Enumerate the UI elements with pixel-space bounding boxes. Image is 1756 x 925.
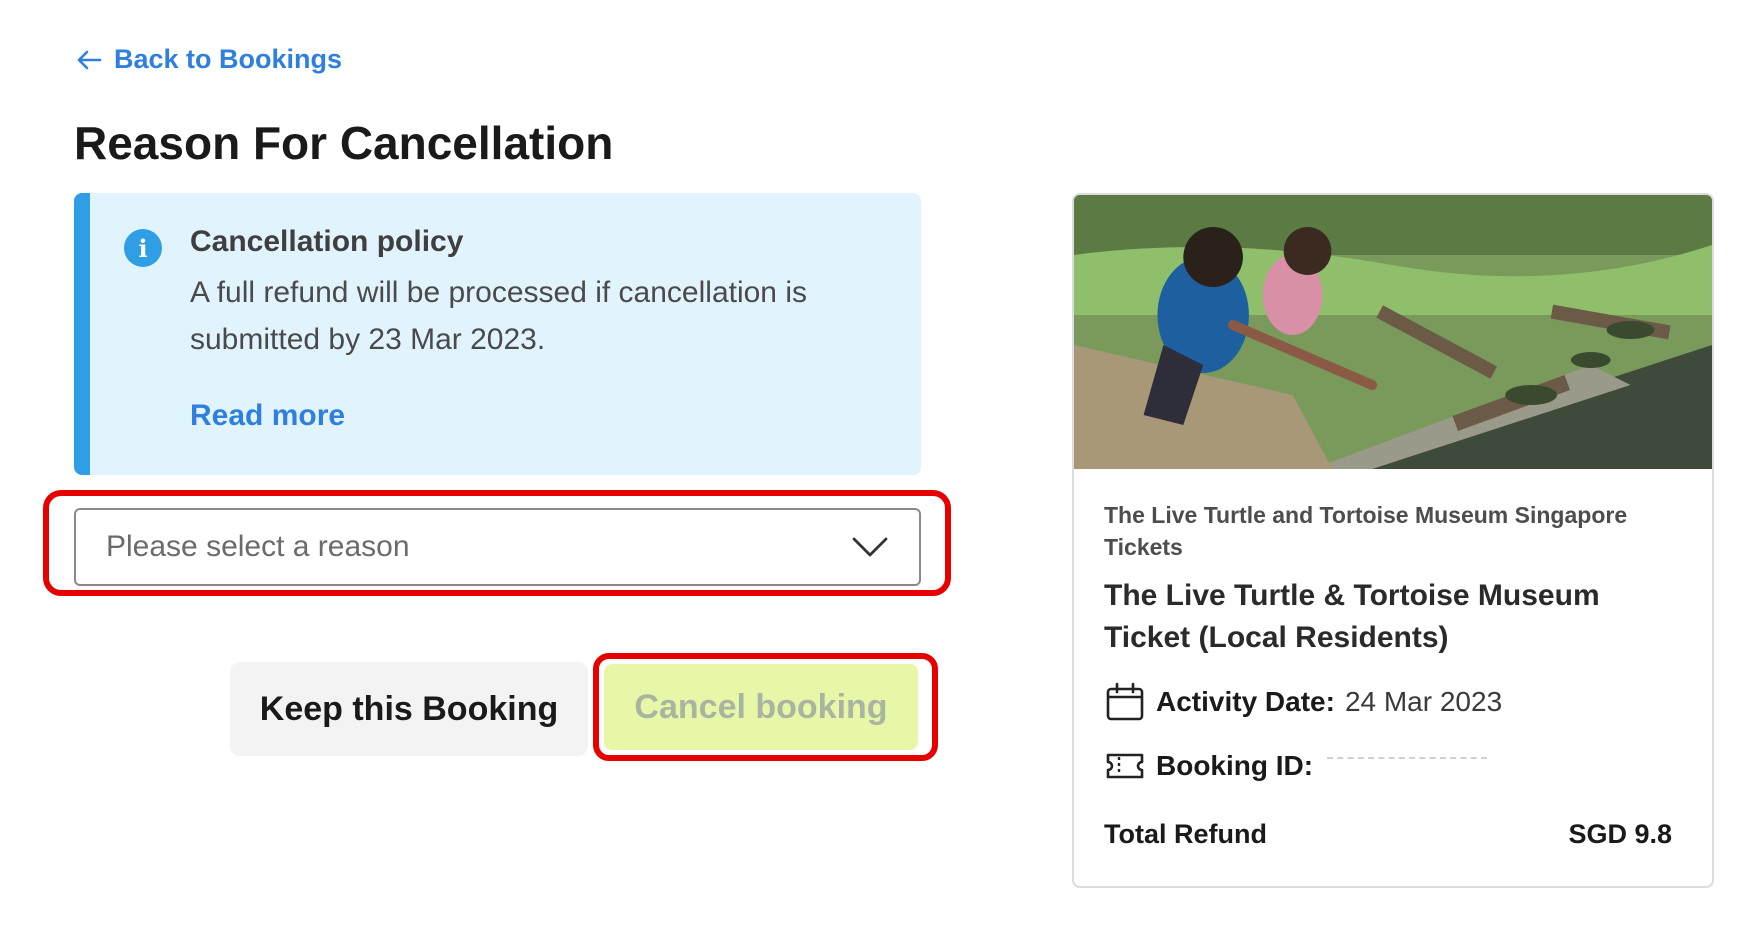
activity-category: The Live Turtle and Tortoise Museum Sing…	[1104, 502, 1628, 560]
info-icon: i	[124, 229, 162, 267]
total-refund-value: SGD 9.8	[1568, 819, 1672, 849]
calendar-icon	[1106, 682, 1144, 721]
activity-date-value: 24 Mar 2023	[1344, 686, 1503, 717]
arrow-left-icon	[77, 50, 102, 69]
total-refund-row: Total Refund SGD 9.8	[1104, 819, 1672, 850]
activity-photo-illustration	[1074, 195, 1712, 469]
cancellation-policy-box: i Cancellation policy A full refund will…	[74, 193, 921, 475]
booking-id-row: Booking ID:	[1104, 745, 1678, 787]
select-highlight-box	[43, 490, 951, 596]
page-title: Reason For Cancellation	[74, 117, 614, 169]
read-more-link[interactable]: Read more	[190, 399, 345, 433]
booking-id-redacted	[1327, 757, 1488, 759]
booking-summary-card: The Live Turtle and Tortoise Museum Sing…	[1072, 193, 1714, 888]
activity-title: The Live Turtle & Tortoise Museum Ticket…	[1104, 579, 1600, 654]
policy-title: Cancellation policy	[190, 225, 464, 258]
activity-date-label: Activity Date:	[1156, 686, 1335, 717]
cancel-highlight-box	[593, 653, 938, 761]
keep-booking-button[interactable]: Keep this Booking	[230, 662, 588, 756]
total-refund-label: Total Refund	[1104, 819, 1267, 849]
cancellation-page: Back to Bookings Reason For Cancellation…	[0, 0, 1756, 925]
policy-text: A full refund will be processed if cance…	[190, 276, 807, 356]
booking-id-label: Booking ID:	[1156, 750, 1314, 781]
activity-date-row: Activity Date: 24 Mar 2023	[1104, 681, 1678, 723]
activity-photo	[1074, 195, 1712, 469]
back-to-bookings-link[interactable]: Back to Bookings	[74, 44, 342, 75]
ticket-icon	[1106, 753, 1144, 779]
back-link-label: Back to Bookings	[114, 44, 343, 74]
